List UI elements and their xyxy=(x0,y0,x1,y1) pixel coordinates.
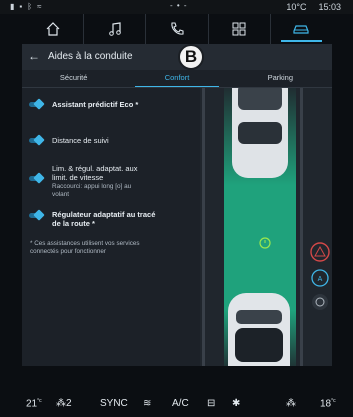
tab-securite[interactable]: Sécurité xyxy=(22,71,125,87)
seat-heat-right-icon[interactable]: ⁂ xyxy=(286,398,296,409)
car-icon xyxy=(293,25,310,34)
screen: ▮ ▪ ᛒ ≈ - • - 10°C 15:03 ← Aides à la co… xyxy=(0,0,353,417)
nav-home[interactable] xyxy=(22,14,85,44)
lane-line-right xyxy=(300,88,303,366)
tab-parking[interactable]: Parking xyxy=(229,71,332,87)
status-icons: ▮ ▪ ᛒ ≈ xyxy=(10,2,41,11)
tab-bar: Sécurité Confort Parking xyxy=(22,71,332,87)
driving-scene: A xyxy=(200,88,332,366)
toggle-follow-distance[interactable] xyxy=(29,134,45,146)
wifi-icon: ≈ xyxy=(37,2,42,11)
ego-vehicle xyxy=(228,293,290,366)
lane-line-left xyxy=(202,88,205,366)
sync-button[interactable]: SYNC xyxy=(100,398,128,409)
temp-right[interactable]: 18°c xyxy=(320,398,336,409)
lead-vehicle xyxy=(232,88,288,178)
option-label-line1: Lim. & régul. adaptat. aux xyxy=(52,164,138,173)
phone-icon xyxy=(171,22,184,35)
option-label-line2: limit. de vitesse xyxy=(52,173,104,182)
music-icon xyxy=(108,22,121,36)
toggle-curve-adaptive-cruise[interactable] xyxy=(29,209,45,221)
option-label-line1: Régulateur adaptatif au tracé xyxy=(52,210,156,219)
svg-text:A: A xyxy=(318,276,323,283)
windshield-defrost-icon[interactable]: ≋ xyxy=(143,398,151,409)
toggle-eco-assistant[interactable] xyxy=(29,98,45,110)
callout-marker: B xyxy=(178,44,204,70)
battery-icon: ▮ xyxy=(10,2,15,11)
option-label: Assistant prédictif Eco * xyxy=(52,100,139,109)
option-sub-line1: Raccourci: appui long [o] au xyxy=(52,183,132,190)
nav-vehicle[interactable] xyxy=(271,14,332,44)
panel-header: ← Aides à la conduite B xyxy=(22,44,332,70)
ac-button[interactable]: A/C xyxy=(172,398,189,409)
apps-icon xyxy=(232,22,246,36)
seat-heat-icon: ⁂ xyxy=(56,398,66,409)
rear-defrost-icon[interactable]: ⊟ xyxy=(207,398,215,409)
bluetooth-icon: ᛒ xyxy=(27,2,33,11)
outside-temperature: 10°C xyxy=(286,2,307,12)
seat-heat-left[interactable]: ⁂2 xyxy=(56,398,72,409)
status-bar: ▮ ▪ ᛒ ≈ - • - 10°C 15:03 xyxy=(0,0,353,14)
top-nav xyxy=(22,14,332,44)
climate-bar: 21°c ⁂2 SYNC ≋ A/C ⊟ ✱ ⁂ 18°c xyxy=(0,392,353,417)
scene-graphic: A xyxy=(200,88,332,366)
tab-confort[interactable]: Confort xyxy=(125,71,228,87)
page-title: Aides à la conduite xyxy=(48,51,133,62)
footnote-line1: * Ces assistances utilisent vos services xyxy=(30,240,140,247)
option-sub-line2: volant xyxy=(52,191,70,198)
home-icon xyxy=(46,22,60,36)
footnote-line2: connectés pour fonctionner xyxy=(30,248,106,255)
fan-icon[interactable]: ✱ xyxy=(232,398,240,409)
nav-apps[interactable] xyxy=(209,14,271,44)
clock: 15:03 xyxy=(318,2,341,12)
nav-phone[interactable] xyxy=(146,14,209,44)
steering-icon xyxy=(312,294,328,310)
footnote: * Ces assistances utilisent vos services… xyxy=(30,240,195,256)
nav-music[interactable] xyxy=(84,14,147,44)
status-indicator: - • - xyxy=(170,1,188,10)
back-arrow-icon[interactable]: ← xyxy=(28,49,42,63)
driving-aids-panel: ← Aides à la conduite B Sécurité Confort… xyxy=(22,44,332,366)
option-label-line2: de la route * xyxy=(52,219,95,228)
option-label: Distance de suivi xyxy=(52,136,109,145)
temp-left[interactable]: 21°c xyxy=(26,398,42,409)
lock-icon: ▪ xyxy=(19,2,23,11)
toggle-speed-limit-adapt[interactable] xyxy=(29,172,45,184)
